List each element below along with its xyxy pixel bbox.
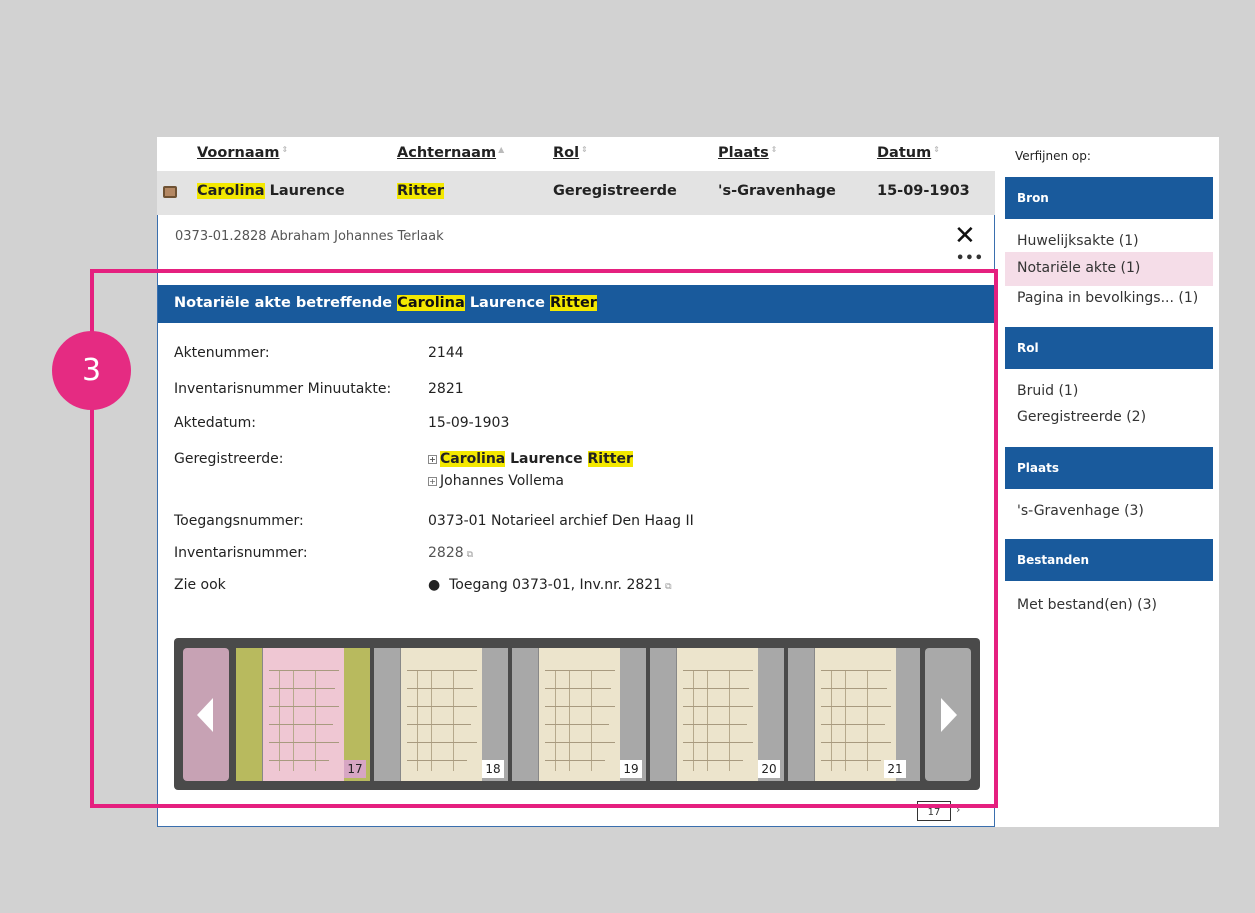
sort-ascending-icon: ▲	[498, 145, 505, 154]
results-table-header: Voornaam ⇕ Achternaam ▲ Rol ⇕ Plaats ⇕ Datum…	[157, 137, 995, 171]
facet-item-s-gravenhage[interactable]: 's-Gravenhage (3)	[1005, 495, 1213, 529]
facet-header-plaats[interactable]: Plaats	[1005, 447, 1213, 489]
facet-item-pagina-bevolkings[interactable]: Pagina in bevolkings... (1)	[1005, 282, 1213, 316]
sort-icon: ⇕	[770, 145, 778, 154]
highlight-annotation-box	[90, 269, 998, 808]
record-icon	[163, 186, 177, 198]
cell-rol: Geregistreerde	[553, 183, 677, 199]
refine-sidebar: Verfijnen op: Bron Huwelijksakte (1) Not…	[1005, 137, 1219, 827]
refine-title: Verfijnen op:	[1015, 149, 1091, 163]
column-header-datum[interactable]: Datum ⇕	[877, 145, 940, 161]
facet-item-notariele-akte[interactable]: Notariële akte (1)	[1005, 252, 1213, 286]
close-icon[interactable]: ✕	[954, 221, 976, 251]
facet-item-geregistreerde[interactable]: Geregistreerde (2)	[1005, 401, 1213, 435]
sort-icon: ⇕	[933, 145, 940, 154]
step-number-badge: 3	[52, 331, 131, 410]
cell-voornaam: Carolina Laurence	[197, 183, 345, 199]
sort-icon: ⇕	[281, 145, 289, 154]
cell-achternaam: Ritter	[397, 183, 444, 199]
more-options-icon[interactable]: •••	[956, 251, 984, 266]
facet-header-bron[interactable]: Bron	[1005, 177, 1213, 219]
cell-plaats: 's-Gravenhage	[718, 183, 836, 199]
facet-item-met-bestanden[interactable]: Met bestand(en) (3)	[1005, 589, 1213, 623]
record-reference: 0373-01.2828 Abraham Johannes Terlaak	[175, 229, 444, 244]
sort-icon: ⇕	[581, 145, 588, 154]
column-header-plaats[interactable]: Plaats ⇕	[718, 145, 777, 161]
table-row[interactable]: Carolina Laurence Ritter Geregistreerde …	[157, 171, 995, 215]
column-header-voornaam[interactable]: Voornaam ⇕	[197, 145, 288, 161]
facet-header-bestanden[interactable]: Bestanden	[1005, 539, 1213, 581]
cell-datum: 15-09-1903	[877, 183, 970, 199]
column-header-achternaam[interactable]: Achternaam ▲	[397, 145, 504, 161]
column-header-rol[interactable]: Rol ⇕	[553, 145, 588, 161]
facet-header-rol[interactable]: Rol	[1005, 327, 1213, 369]
